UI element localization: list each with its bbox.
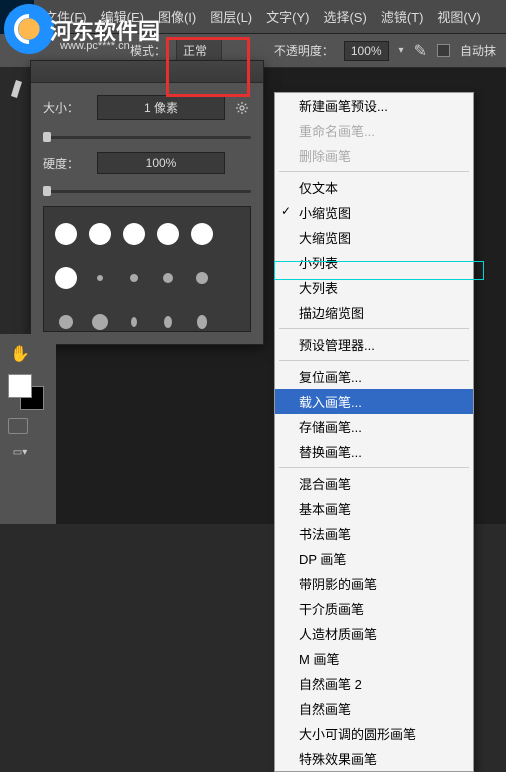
fg-color[interactable]: [8, 374, 32, 398]
menu-image[interactable]: 图像(I): [152, 3, 202, 30]
ctx-large-list[interactable]: 大列表: [275, 275, 473, 300]
size-field[interactable]: 1 像素: [97, 95, 225, 120]
brush-preset[interactable]: [154, 259, 182, 297]
ctx-delete: 删除画笔: [275, 143, 473, 168]
color-swatches[interactable]: [8, 374, 44, 410]
ctx-reset[interactable]: 复位画笔...: [275, 364, 473, 389]
ps-logo: Ps: [0, 0, 34, 34]
brush-preset[interactable]: [154, 215, 182, 253]
ctx-dp[interactable]: DP 画笔: [275, 546, 473, 571]
panel-header[interactable]: [31, 61, 263, 83]
brush-context-menu: 新建画笔预设... 重命名画笔... 删除画笔 仅文本 ✓小缩览图 大缩览图 小…: [274, 92, 474, 772]
separator: [279, 467, 469, 468]
separator: [279, 360, 469, 361]
separator: [279, 171, 469, 172]
ctx-replace[interactable]: 替换画笔...: [275, 439, 473, 464]
chevron-down-icon[interactable]: ▾: [399, 45, 404, 56]
brush-presets: 25 50: [43, 206, 251, 332]
ctx-basic[interactable]: 基本画笔: [275, 496, 473, 521]
auto-erase-label: 自动抹: [460, 42, 496, 59]
brush-preset[interactable]: [120, 259, 148, 297]
tools-panel: ✋ ▭▾: [0, 334, 56, 524]
auto-erase-checkbox[interactable]: [437, 44, 450, 57]
menu-filter[interactable]: 滤镜(T): [375, 3, 430, 30]
hand-tool-icon[interactable]: ✋: [8, 342, 32, 366]
menu-edit[interactable]: 编辑(E): [95, 3, 150, 30]
brush-preset[interactable]: [52, 215, 80, 253]
size-slider[interactable]: [43, 130, 251, 144]
quickmask-icon[interactable]: [8, 418, 28, 434]
ctx-m-brush[interactable]: M 画笔: [275, 646, 473, 671]
ctx-large-thumb[interactable]: 大缩览图: [275, 225, 473, 250]
brush-preset[interactable]: [120, 303, 148, 332]
menu-type[interactable]: 文字(Y): [260, 3, 315, 30]
ctx-calligraphy[interactable]: 书法画笔: [275, 521, 473, 546]
gear-icon[interactable]: [233, 99, 251, 117]
opacity-value[interactable]: 100%: [344, 41, 389, 61]
ctx-mixed[interactable]: 混合画笔: [275, 471, 473, 496]
brush-preset[interactable]: [52, 259, 80, 297]
ctx-small-list[interactable]: 小列表: [275, 250, 473, 275]
ctx-text-only[interactable]: 仅文本: [275, 175, 473, 200]
ctx-natural2[interactable]: 自然画笔 2: [275, 671, 473, 696]
brush-preset[interactable]: [188, 215, 216, 253]
pressure-icon[interactable]: ✎: [414, 41, 427, 61]
ctx-special[interactable]: 特殊效果画笔: [275, 746, 473, 771]
menu-file[interactable]: 文件(F): [38, 3, 93, 30]
ctx-small-thumb[interactable]: ✓小缩览图: [275, 200, 473, 225]
brush-preset[interactable]: [86, 259, 114, 297]
ctx-stroke-thumb[interactable]: 描边缩览图: [275, 300, 473, 325]
brush-preset[interactable]: [120, 215, 148, 253]
opacity-label: 不透明度：: [274, 42, 334, 59]
ctx-round-adj[interactable]: 大小可调的圆形画笔: [275, 721, 473, 746]
brush-panel: 大小： 1 像素 硬度： 100%: [30, 60, 264, 345]
hardness-field[interactable]: 100%: [97, 152, 225, 174]
brush-preset[interactable]: [52, 303, 80, 332]
pencil-tool-icon: [8, 76, 26, 100]
ctx-preset-mgr[interactable]: 预设管理器...: [275, 332, 473, 357]
brush-preset[interactable]: [86, 303, 114, 332]
ctx-rename: 重命名画笔...: [275, 118, 473, 143]
mode-dropdown[interactable]: 正常: [176, 39, 222, 62]
screenmode-icon[interactable]: ▭▾: [8, 440, 32, 464]
menu-bar: Ps 文件(F) 编辑(E) 图像(I) 图层(L) 文字(Y) 选择(S) 滤…: [0, 0, 506, 34]
menu-view[interactable]: 视图(V): [431, 3, 486, 30]
ctx-texture[interactable]: 人造材质画笔: [275, 621, 473, 646]
ctx-save[interactable]: 存储画笔...: [275, 414, 473, 439]
brush-preset[interactable]: [188, 303, 216, 332]
mode-label: 模式：: [130, 42, 166, 59]
ctx-shadow[interactable]: 带阴影的画笔: [275, 571, 473, 596]
hardness-slider[interactable]: [43, 184, 251, 198]
ctx-dry[interactable]: 干介质画笔: [275, 596, 473, 621]
ctx-load[interactable]: 载入画笔...: [275, 389, 473, 414]
brush-preset[interactable]: [188, 259, 216, 297]
check-icon: ✓: [281, 204, 291, 218]
brush-preset[interactable]: [86, 215, 114, 253]
size-label: 大小：: [43, 99, 89, 116]
hardness-label: 硬度：: [43, 155, 89, 172]
menu-select[interactable]: 选择(S): [317, 3, 372, 30]
ctx-natural[interactable]: 自然画笔: [275, 696, 473, 721]
menu-layer[interactable]: 图层(L): [204, 3, 258, 30]
ctx-new-preset[interactable]: 新建画笔预设...: [275, 93, 473, 118]
brush-preset[interactable]: [154, 303, 182, 332]
separator: [279, 328, 469, 329]
